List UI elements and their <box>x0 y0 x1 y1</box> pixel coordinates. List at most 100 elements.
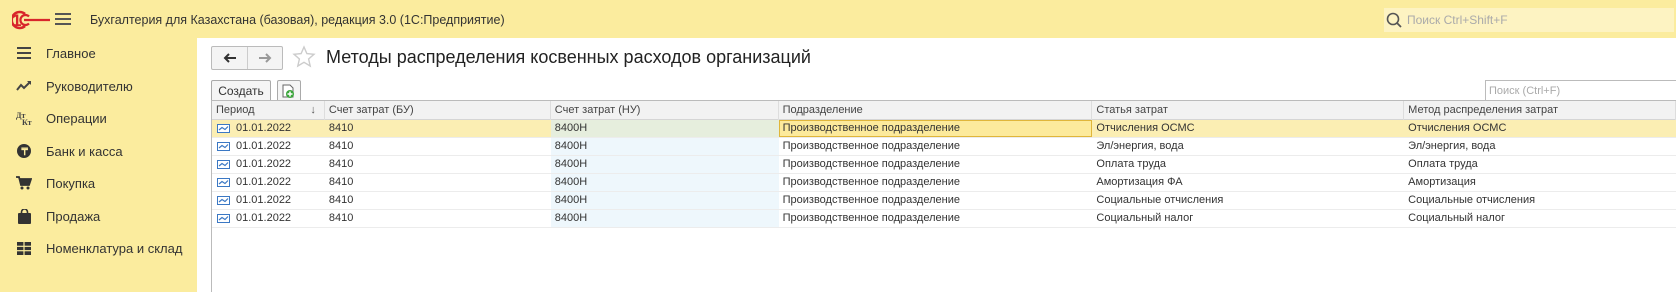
sidebar-item-label: Покупка <box>46 175 96 191</box>
navigation-buttons <box>211 46 283 70</box>
sidebar-item-label: Главное <box>46 45 96 61</box>
sidebar-item-label: Банк и касса <box>46 143 123 159</box>
create-button[interactable]: Создать <box>211 80 271 102</box>
sidebar-item-sales[interactable]: Продажа <box>0 201 197 231</box>
list-search-input[interactable] <box>1489 85 1669 97</box>
cell-method: Оплата труда <box>1408 158 1478 170</box>
bag-icon <box>16 208 32 224</box>
page-title: Методы распределения косвенных расходов … <box>326 47 811 67</box>
trend-chart-icon <box>16 78 32 94</box>
cell-method: Эл/энергия, вода <box>1408 140 1496 152</box>
cell-method: Амортизация <box>1408 176 1476 188</box>
sidebar-item-main[interactable]: Главное <box>0 38 197 68</box>
cell-account-nu: 8400Н <box>550 120 779 137</box>
cell-account-bu: 8410 <box>328 140 354 152</box>
cell-department: Производственное подразделение <box>782 176 960 188</box>
table-row[interactable]: 01.01.2022 8410 8400Н Производственное подр… <box>212 120 1676 138</box>
sidebar-item-label: Номенклатура и склад <box>46 240 183 256</box>
sidebar-item-nomenclature[interactable]: Номенклатура и склад <box>0 233 197 263</box>
column-header-account-bu[interactable]: Счет затрат (БУ) <box>325 101 551 120</box>
column-header-method[interactable]: Метод распределения затрат <box>1404 101 1676 120</box>
record-icon <box>217 214 230 223</box>
record-icon <box>217 160 230 169</box>
search-icon <box>1386 12 1402 28</box>
cell-text: 01.01.2022 <box>236 194 292 206</box>
cell-account-nu: 8400Н <box>550 174 779 191</box>
cell-cost-article: Отчисления ОСМС <box>1096 122 1195 134</box>
cell-department: Производственное подразделение <box>778 120 1093 137</box>
sidebar-item-label: Операции <box>46 110 107 126</box>
global-search[interactable] <box>1384 8 1674 32</box>
sidebar-item-label: Продажа <box>46 208 101 224</box>
data-table: Период ↓ Счет затрат (БУ) Счет затрат (Н… <box>211 100 1676 292</box>
copy-button[interactable] <box>277 80 301 102</box>
cell-period: 01.01.2022 <box>212 156 325 173</box>
sidebar-item-operations[interactable]: Дт Кт Операции <box>0 103 197 133</box>
record-icon <box>217 178 230 187</box>
column-header-period[interactable]: Период ↓ <box>212 101 325 120</box>
arrow-right-icon <box>259 53 272 63</box>
sidebar-item-bank[interactable]: ₸ Банк и касса <box>0 136 197 166</box>
cell-account-bu: 8410 <box>328 212 354 224</box>
cell-account-nu: 8400Н <box>550 210 779 227</box>
menu-lines-icon <box>16 45 32 61</box>
cart-icon <box>16 175 32 191</box>
column-label: Период <box>216 104 255 116</box>
record-icon <box>217 142 230 151</box>
arrow-left-icon <box>223 53 236 63</box>
table-row[interactable]: 01.01.2022 8410 8400Н Производственное подр… <box>212 192 1676 210</box>
cell-method: Отчисления ОСМС <box>1408 122 1507 134</box>
coin-icon: ₸ <box>16 143 32 159</box>
column-header-account-nu[interactable]: Счет затрат (НУ) <box>551 101 779 120</box>
table-row[interactable]: 01.01.2022 8410 8400Н Производственное подр… <box>212 156 1676 174</box>
table-row[interactable]: 01.01.2022 8410 8400Н Производственное подр… <box>212 138 1676 156</box>
sidebar: Главное Руководителю Дт Кт Операции ₸ Бан… <box>0 38 197 292</box>
cell-cost-article: Оплата труда <box>1096 158 1166 170</box>
top-bar: 1 Бухгалтерия для Казахстана (базовая), … <box>0 0 1676 38</box>
cell-account-bu: 8410 <box>328 194 354 206</box>
cell-department: Производственное подразделение <box>782 194 960 206</box>
column-header-department[interactable]: Подразделение <box>779 101 1093 120</box>
cell-department: Производственное подразделение <box>782 158 960 170</box>
add-copy-icon <box>282 84 294 98</box>
cell-text: 01.01.2022 <box>236 122 292 134</box>
sort-down-icon: ↓ <box>310 104 316 116</box>
cell-cost-article: Социальные отчисления <box>1096 194 1224 206</box>
cell-period: 01.01.2022 <box>212 192 325 209</box>
table-header: Период ↓ Счет затрат (БУ) Счет затрат (Н… <box>212 101 1676 120</box>
cell-department: Производственное подразделение <box>782 212 960 224</box>
cell-method: Социальный налог <box>1408 212 1505 224</box>
sidebar-item-label: Руководителю <box>46 78 133 94</box>
hamburger-menu-icon[interactable] <box>55 13 71 26</box>
favorite-star-icon[interactable] <box>292 45 316 69</box>
table-row[interactable]: 01.01.2022 8410 8400Н Производственное подр… <box>212 174 1676 192</box>
svg-text:₸: ₸ <box>21 147 29 158</box>
cell-period: 01.01.2022 <box>212 174 325 191</box>
cell-account-nu: 8400Н <box>550 156 779 173</box>
back-button[interactable] <box>212 47 247 69</box>
record-icon <box>217 196 230 205</box>
cell-text: 01.01.2022 <box>236 140 292 152</box>
cell-method: Социальные отчисления <box>1408 194 1536 206</box>
debit-credit-icon: Дт Кт <box>16 110 32 126</box>
forward-button[interactable] <box>247 47 282 69</box>
grid-icon <box>16 240 32 256</box>
cell-department: Производственное подразделение <box>782 140 960 152</box>
app-title: Бухгалтерия для Казахстана (базовая), ре… <box>90 13 505 27</box>
sidebar-item-purchase[interactable]: Покупка <box>0 168 197 198</box>
column-header-cost-article[interactable]: Статья затрат <box>1092 101 1405 120</box>
table-body: 01.01.2022 8410 8400Н Производственное подр… <box>212 120 1676 228</box>
sidebar-item-manager[interactable]: Руководителю <box>0 71 197 101</box>
cell-account-bu: 8410 <box>328 176 354 188</box>
cell-cost-article: Амортизация ФА <box>1096 176 1183 188</box>
1c-logo[interactable]: 1 <box>12 10 56 30</box>
cell-account-nu: 8400Н <box>550 192 779 209</box>
main-content: Методы распределения косвенных расходов … <box>197 38 1676 292</box>
cell-text: 01.01.2022 <box>236 212 292 224</box>
cell-cost-article: Социальный налог <box>1096 212 1194 224</box>
cell-period: 01.01.2022 <box>212 120 325 137</box>
cell-account-bu: 8410 <box>328 122 354 134</box>
global-search-input[interactable] <box>1407 13 1647 27</box>
list-search[interactable] <box>1485 80 1676 102</box>
table-row[interactable]: 01.01.2022 8410 8400Н Производственное подр… <box>212 210 1676 228</box>
